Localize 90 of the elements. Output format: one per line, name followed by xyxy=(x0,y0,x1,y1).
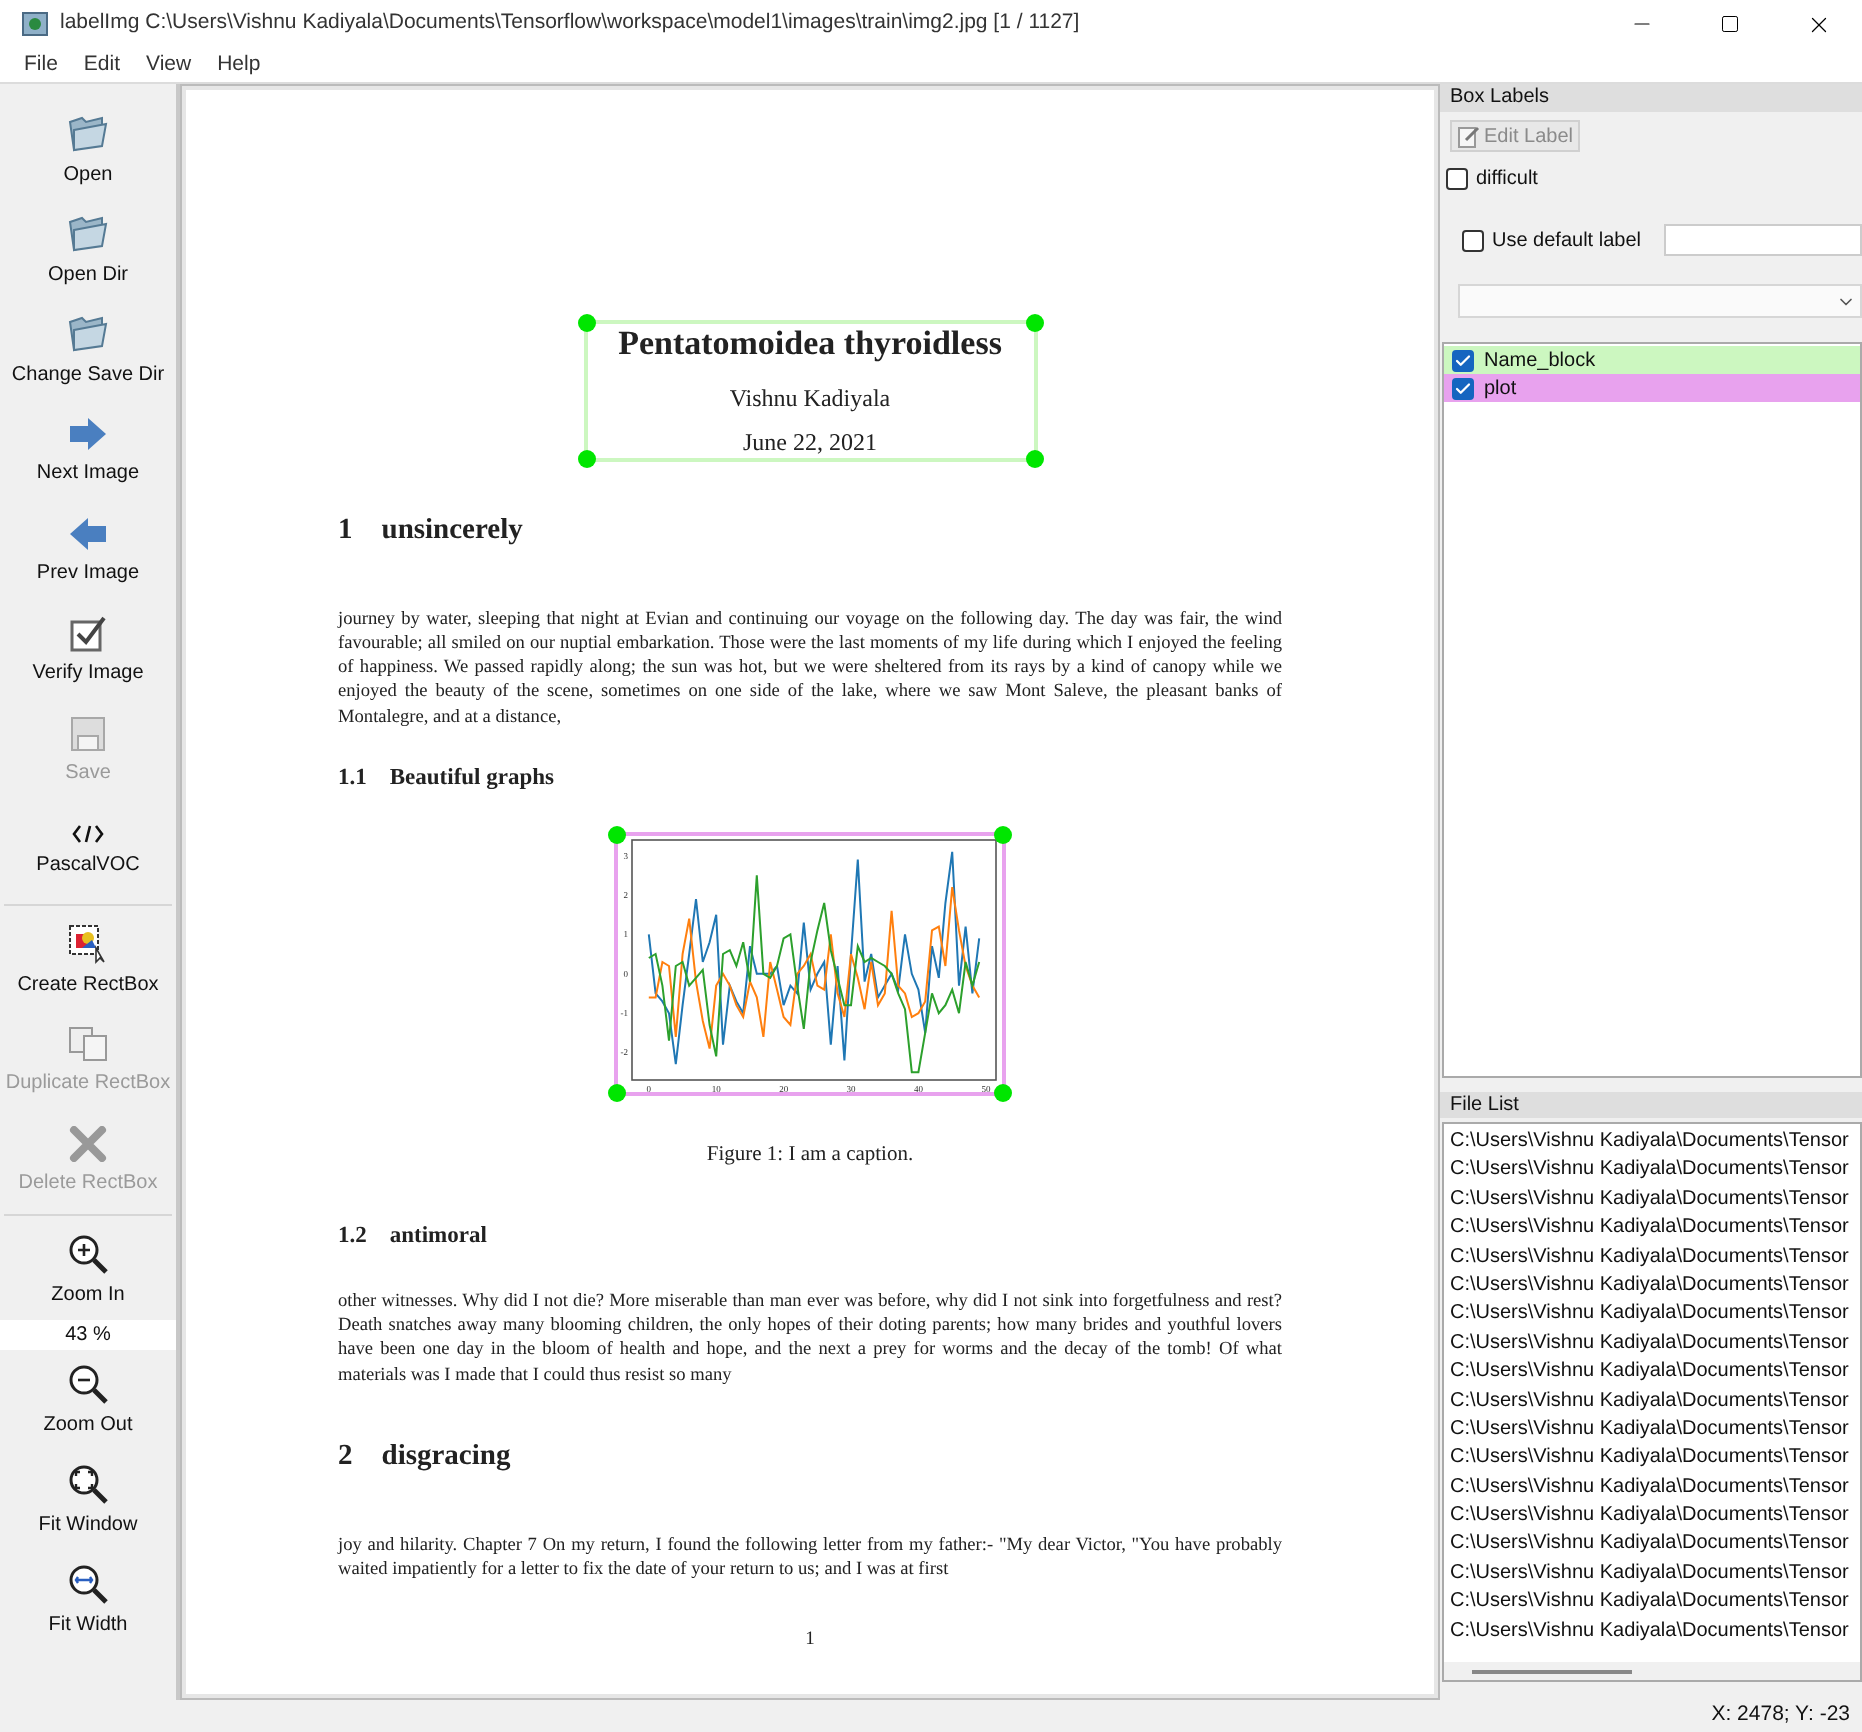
zoom-value-field[interactable]: 43 % xyxy=(0,1320,176,1350)
subsection-heading: 1.2 antimoral xyxy=(338,1221,489,1252)
toolbar-button[interactable]: Zoom Out xyxy=(0,1350,176,1450)
checkbox[interactable] xyxy=(1462,229,1484,251)
file-list-item[interactable]: C:\Users\Vishnu Kadiyala\Documents\Tensor xyxy=(1450,1415,1860,1445)
right-arrow-icon xyxy=(68,416,108,452)
body-paragraph: other witnesses. Why did I not die? More miserable than man ever was before, why did I not sink into forgetfulness and rest? Death snatches away many blooming children, the only hopes of their doting parents; how many brides and youthful lovers have been one day in the bloom of health and hope, and the next a prey for worms and the decay of the tomb! Of what materials was I made that I could thus resist so many xyxy=(338,1290,1282,1388)
toolbar-button[interactable]: Create RectBox xyxy=(0,910,176,1010)
status-text: X: 2478; Y: -23 xyxy=(1711,1700,1850,1731)
folder-icon xyxy=(66,114,110,154)
label-list-item[interactable]: plot xyxy=(1444,374,1860,402)
checkbox-icon xyxy=(70,616,106,652)
checkbox[interactable] xyxy=(1446,168,1468,190)
file-list-item[interactable]: C:\Users\Vishnu Kadiyala\Documents\Tensor xyxy=(1450,1271,1860,1301)
file-list-item[interactable]: C:\Users\Vishnu Kadiyala\Documents\Tensor xyxy=(1450,1444,1860,1474)
label-list-item[interactable]: Name_block xyxy=(1444,346,1860,374)
file-list-item[interactable]: C:\Users\Vishnu Kadiyala\Documents\Tensor xyxy=(1450,1530,1860,1560)
file-list-item[interactable]: C:\Users\Vishnu Kadiyala\Documents\Tensor xyxy=(1450,1128,1860,1157)
toolbar-button[interactable]: Zoom In xyxy=(0,1220,176,1320)
bounding-box[interactable]: Pentatomoidea thyroidless Vishnu Kadiyala June 22, 2021 xyxy=(583,320,1037,462)
document-date: June 22, 2021 xyxy=(743,430,877,454)
body-paragraph: joy and hilarity. Chapter 7 On my return, I found the following letter from my father:- "My dear Victor, "You have probably waited impatiently for a letter to fix the date of your return to us; and I was at first xyxy=(338,1533,1282,1582)
section-heading: 1 unsincerely xyxy=(338,512,525,550)
panel-header: File List xyxy=(1440,1092,1862,1118)
box-handle[interactable] xyxy=(608,1084,626,1103)
page-number: 1 xyxy=(803,1627,817,1654)
checkbox[interactable] xyxy=(1452,349,1474,371)
box-handle[interactable] xyxy=(608,826,626,845)
file-list-item[interactable]: C:\Users\Vishnu Kadiyala\Documents\Tensor xyxy=(1450,1588,1860,1618)
body-paragraph: journey by water, sleeping that night at Evian and continuing our voyage on the following day. The day was fair, the wind favourable; all smiled on our nuptial embarkation. Those were the last moments of my life during which I enjoyed the feeling of happiness. We passed rapidly along; the sun was hot, but we were sheltered from its rays by a kind of canopy while we enjoyed the beauty of the scene, sometimes on one side of the lake, where we saw Mont Saleve, the pleasant banks of Montalegre, and at a distance, xyxy=(338,607,1282,730)
panel-header: Box Labels xyxy=(1440,84,1862,112)
file-list-item[interactable]: C:\Users\Vishnu Kadiyala\Documents\Tensor xyxy=(1450,1300,1860,1330)
box-handle[interactable] xyxy=(1025,450,1043,468)
file-list-item[interactable]: C:\Users\Vishnu Kadiyala\Documents\Tensor xyxy=(1450,1473,1860,1503)
toolbar-button[interactable]: Next Image xyxy=(0,400,176,500)
horizontal-scrollbar[interactable] xyxy=(1444,1662,1860,1680)
checkbox-label: Use default label xyxy=(1492,227,1641,255)
subsection-heading: 1.1 Beautiful graphs xyxy=(338,763,556,794)
maximize-icon xyxy=(1720,14,1740,34)
folder-icon xyxy=(66,214,110,254)
app-icon xyxy=(22,12,48,36)
file-list-item[interactable]: C:\Users\Vishnu Kadiyala\Documents\Tensor xyxy=(1450,1387,1860,1416)
box-handle[interactable] xyxy=(994,1084,1012,1103)
file-list-item[interactable]: C:\Users\Vishnu Kadiyala\Documents\Tensor xyxy=(1450,1156,1860,1186)
box-handle[interactable] xyxy=(577,314,595,332)
file-list-item[interactable]: C:\Users\Vishnu Kadiyala\Documents\Tensor xyxy=(1450,1329,1860,1359)
toolbar-button[interactable]: Fit Window xyxy=(0,1450,176,1550)
toolbar-button[interactable]: Prev Image xyxy=(0,500,176,600)
toolbar-button[interactable]: PascalVOC xyxy=(0,800,176,900)
label-dropdown[interactable] xyxy=(1458,284,1862,318)
file-list-item[interactable]: C:\Users\Vishnu Kadiyala\Documents\Tensor xyxy=(1450,1617,1860,1647)
zoom-in-icon xyxy=(68,1234,108,1274)
code-icon xyxy=(72,824,104,844)
default-label-field[interactable] xyxy=(1663,224,1862,256)
toolbar-button[interactable]: Fit Width xyxy=(0,1550,176,1650)
copy-icon xyxy=(68,1026,108,1062)
box-handle[interactable] xyxy=(577,450,595,468)
box-handle[interactable] xyxy=(994,826,1012,845)
section-heading: 2 disgracing xyxy=(338,1437,513,1476)
left-arrow-icon xyxy=(68,516,108,552)
menu-item[interactable]: Help xyxy=(217,49,261,81)
label-text: Name_block xyxy=(1484,347,1596,375)
figure-caption: Figure 1: I am a caption. xyxy=(706,1142,914,1171)
create-box-icon xyxy=(68,924,108,964)
checkbox[interactable] xyxy=(1452,377,1474,399)
menu-item[interactable]: View xyxy=(146,49,192,81)
file-list-item[interactable]: C:\Users\Vishnu Kadiyala\Documents\Tensor xyxy=(1450,1185,1860,1215)
menu-item[interactable]: Edit xyxy=(83,49,121,81)
toolbar-button[interactable]: Open xyxy=(0,100,176,200)
edit-icon xyxy=(1458,125,1480,147)
toolbar-button[interactable]: Verify Image xyxy=(0,600,176,700)
document-author: Vishnu Kadiyala xyxy=(729,386,891,410)
toolbar-button[interactable]: Open Dir xyxy=(0,200,176,300)
file-list-item[interactable]: C:\Users\Vishnu Kadiyala\Documents\Tensor xyxy=(1450,1502,1860,1531)
fit-width-icon xyxy=(68,1564,108,1604)
label-text: plot xyxy=(1484,375,1517,403)
file-list-item[interactable]: C:\Users\Vishnu Kadiyala\Documents\Tensor xyxy=(1450,1214,1860,1244)
delete-icon xyxy=(68,1126,108,1162)
folder-icon xyxy=(66,314,110,354)
box-handle[interactable] xyxy=(1025,314,1043,332)
menu-item[interactable]: File xyxy=(24,49,58,81)
fit-window-icon xyxy=(68,1464,108,1504)
toolbar-button[interactable]: Change Save Dir xyxy=(0,300,176,400)
checkbox-label: difficult xyxy=(1476,166,1538,194)
document-title: Pentatomoidea thyroidless xyxy=(618,326,1002,360)
zoom-out-icon xyxy=(68,1364,108,1404)
file-list-item[interactable]: C:\Users\Vishnu Kadiyala\Documents\Tensor xyxy=(1450,1559,1860,1589)
file-list-item[interactable]: C:\Users\Vishnu Kadiyala\Documents\Tensor xyxy=(1450,1358,1860,1388)
file-list-item[interactable]: C:\Users\Vishnu Kadiyala\Documents\Tensor xyxy=(1450,1243,1860,1272)
window-title: labelImg C:\Users\Vishnu Kadiyala\Documents\Tensorflow\workspace\model1\images\train\img2.jpg [1 / 1127] xyxy=(60,8,1080,39)
